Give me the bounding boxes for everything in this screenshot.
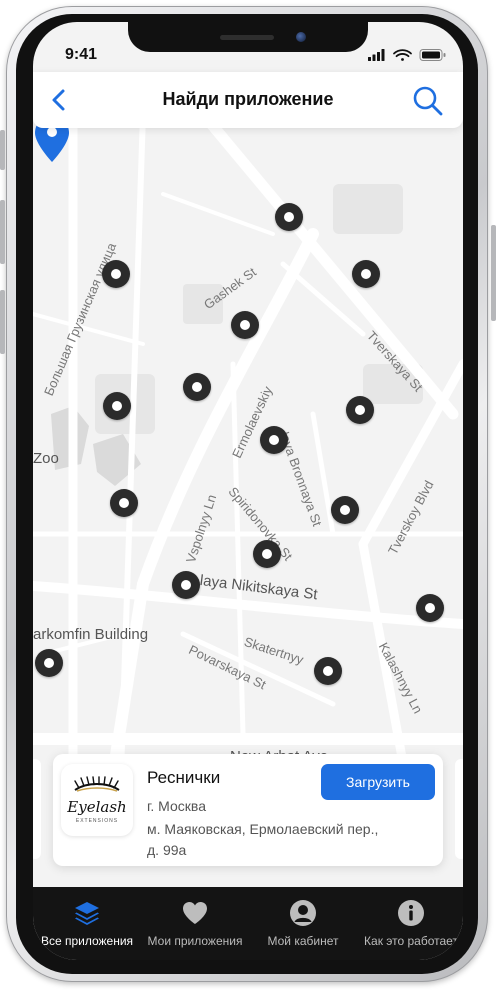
tab-bar: Все приложения Мои приложения Мой кабине… <box>33 887 463 960</box>
map-pin[interactable] <box>260 426 288 454</box>
wifi-icon <box>393 49 412 61</box>
map-pin[interactable] <box>275 203 303 231</box>
street-label: arkomfin Building <box>33 626 149 643</box>
tab-label: Мой кабинет <box>267 934 339 948</box>
map-pin[interactable] <box>103 392 131 420</box>
screen: Большая Грузинская улица Gashek St Tvers… <box>33 22 463 960</box>
map-pin[interactable] <box>102 260 130 288</box>
app-logo: Eyelash EXTENSIONS <box>61 764 133 836</box>
map-pin[interactable] <box>331 496 359 524</box>
camera <box>296 32 306 42</box>
street-label: Zoo <box>33 450 59 467</box>
download-button[interactable]: Загрузить <box>321 764 435 800</box>
app-name: Реснички <box>147 768 221 787</box>
speaker <box>220 35 274 40</box>
search-icon[interactable] <box>411 84 445 118</box>
eyelash-icon <box>74 776 120 792</box>
phone-side-button <box>0 130 5 170</box>
map-pin[interactable] <box>35 649 63 677</box>
layers-icon <box>75 902 99 925</box>
map-pin[interactable] <box>352 260 380 288</box>
page-title: Найди приложение <box>162 89 334 109</box>
phone-side-button <box>0 290 5 354</box>
logo-subtext: EXTENSIONS <box>75 818 119 824</box>
tab-label: Мои приложения <box>147 934 243 948</box>
app-city: г. Москва <box>147 798 206 814</box>
heart-icon <box>183 902 207 924</box>
app-card[interactable]: Eyelash EXTENSIONS Реснички Загрузить г.… <box>53 754 443 866</box>
tab-how-it-works[interactable]: Как это работает <box>357 887 463 960</box>
status-icons <box>368 49 446 61</box>
map-pin[interactable] <box>416 594 444 622</box>
logo-text: Eyelash <box>67 798 127 816</box>
map-pin[interactable] <box>110 489 138 517</box>
next-card[interactable] <box>455 759 463 859</box>
app-address: м. Маяковская, Ермолаевский пер., <box>147 821 379 837</box>
info-icon <box>398 900 424 926</box>
app-header: Найди приложение <box>33 72 463 128</box>
map[interactable]: Большая Грузинская улица Gashek St Tvers… <box>33 114 463 774</box>
phone-side-button <box>491 225 496 321</box>
map-pin[interactable] <box>183 373 211 401</box>
status-time: 9:41 <box>65 46 98 63</box>
map-pin[interactable] <box>314 657 342 685</box>
signal-icon <box>368 49 385 61</box>
tab-label: Как это работает <box>364 934 458 948</box>
chevron-left-icon[interactable] <box>45 86 73 114</box>
previous-card[interactable] <box>33 759 41 859</box>
phone-side-button <box>0 200 5 264</box>
tab-my-account[interactable]: Мой кабинет <box>249 887 357 960</box>
map-pin[interactable] <box>346 396 374 424</box>
notch <box>128 22 368 52</box>
map-pin[interactable] <box>172 571 200 599</box>
tab-label: Все приложения <box>40 934 134 948</box>
user-icon <box>290 900 316 926</box>
app-address-house: д. 99а <box>147 842 187 858</box>
map-pin[interactable] <box>231 311 259 339</box>
tab-my-apps[interactable]: Мои приложения <box>141 887 249 960</box>
battery-icon <box>419 49 446 61</box>
tab-all-apps[interactable]: Все приложения <box>33 887 141 960</box>
map-pin[interactable] <box>253 540 281 568</box>
